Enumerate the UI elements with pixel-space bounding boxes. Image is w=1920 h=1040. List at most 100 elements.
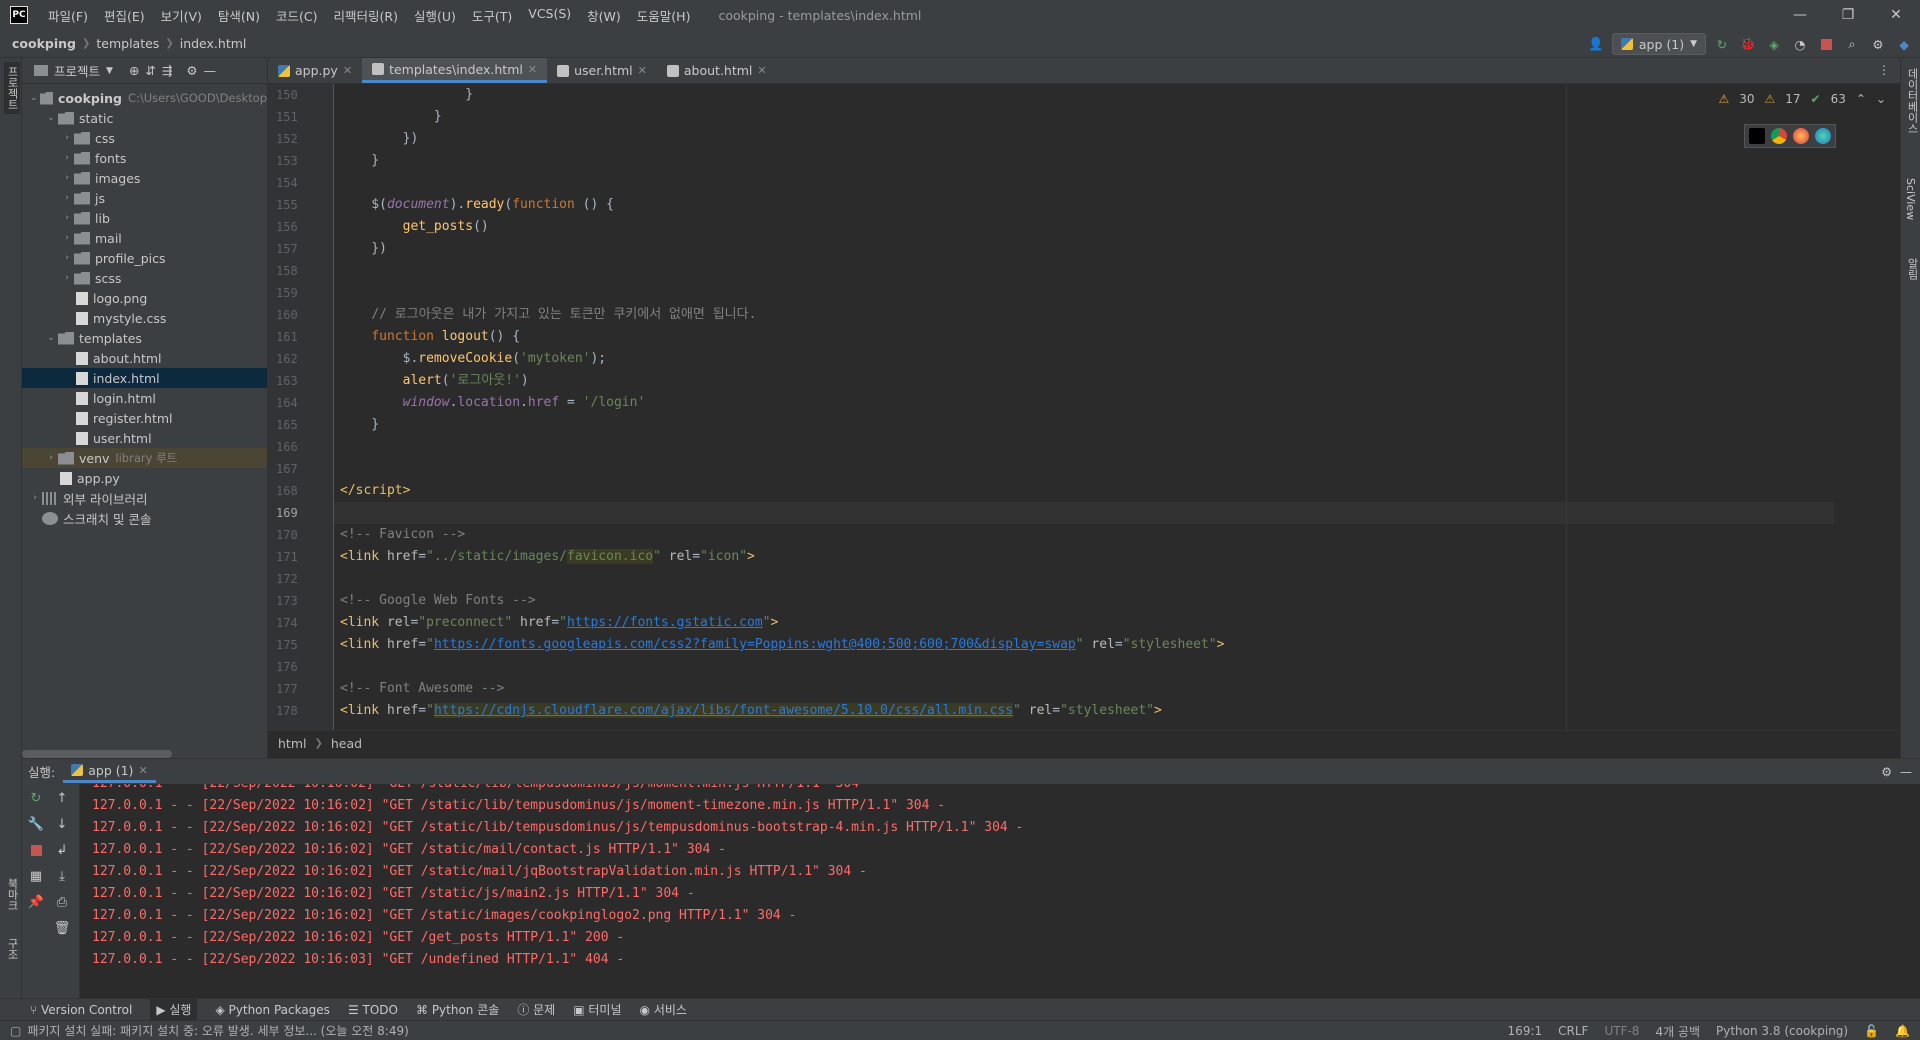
more-icon[interactable]: ⋮ — [1878, 63, 1890, 77]
breadcrumb-head[interactable]: head — [331, 736, 362, 751]
locate-icon[interactable]: ⊕ — [129, 63, 139, 78]
tree-item[interactable]: about.html — [22, 348, 267, 368]
line-number[interactable]: 153 — [268, 150, 333, 172]
tree-item[interactable]: › lib — [22, 208, 267, 228]
inspection-widget[interactable]: ⚠ 30 ⚠ 17 ✔ 63 ⌃ ⌄ — [1718, 92, 1886, 106]
chevron-right-icon[interactable]: › — [60, 273, 74, 283]
line-number[interactable]: 160 — [268, 304, 333, 326]
code-line[interactable] — [334, 656, 1834, 678]
menu-tools[interactable]: 도구(T) — [464, 6, 520, 25]
project-panel-title[interactable]: 프로젝트 — [54, 61, 100, 80]
line-number[interactable]: 155 — [268, 194, 333, 216]
horizontal-scrollbar[interactable] — [22, 750, 172, 758]
line-number[interactable]: 156 — [268, 216, 333, 238]
code-line[interactable]: get_posts() — [334, 216, 1834, 238]
chevron-right-icon[interactable]: › — [60, 253, 74, 263]
collapse-all-icon[interactable]: ⇶ — [162, 63, 172, 78]
code-line[interactable]: <link href="https://cdnjs.cloudflare.com… — [334, 700, 1834, 722]
gear-icon[interactable]: ⚙ — [1881, 765, 1892, 779]
code-line[interactable] — [334, 282, 1834, 304]
gear-icon[interactable]: ⚙ — [1868, 34, 1888, 54]
tree-item[interactable]: user.html — [22, 428, 267, 448]
chevron-down-icon[interactable]: ⌄ — [44, 113, 58, 123]
tree-item[interactable]: › js — [22, 188, 267, 208]
tree-item[interactable]: › venv library 루트 — [22, 448, 267, 468]
code-line[interactable]: function logout() { — [334, 326, 1834, 348]
rerun-icon[interactable]: ↻ — [26, 788, 46, 808]
arrow-down-icon[interactable]: ↓ — [52, 814, 72, 834]
tree-item[interactable]: › fonts — [22, 148, 267, 168]
menu-edit[interactable]: 편집(E) — [96, 6, 153, 25]
stop-icon[interactable] — [26, 840, 46, 860]
code-line[interactable]: // 로그아웃은 내가 가지고 있는 토큰만 쿠키에서 없애면 됩니다. — [334, 304, 1834, 326]
chevron-up-icon[interactable]: ⌃ — [1856, 92, 1866, 106]
tree-item[interactable]: login.html — [22, 388, 267, 408]
minimize-icon[interactable]: — — [1776, 0, 1824, 30]
line-number[interactable]: 166 — [268, 436, 333, 458]
line-number[interactable]: 174 — [268, 612, 333, 634]
run-console[interactable]: 127.0.0.1 - - [22/Sep/2022 10:16:02] "GE… — [80, 784, 1920, 998]
wrench-icon[interactable]: 🔧 — [26, 814, 46, 834]
tab-app-py[interactable]: app.py ✕ — [268, 58, 362, 83]
tool-python-console[interactable]: ⌘ Python 콘솔 — [416, 1001, 499, 1018]
line-number[interactable]: 165 — [268, 414, 333, 436]
line-number[interactable]: 154 — [268, 172, 333, 194]
python-interpreter[interactable]: Python 3.8 (cookping) — [1716, 1024, 1848, 1038]
code-line[interactable] — [334, 568, 1834, 590]
code-line[interactable]: <!-- Favicon --> — [334, 524, 1834, 546]
status-panel-icon[interactable]: ▢ — [10, 1024, 21, 1038]
tree-item[interactable]: 스크래치 및 콘솔 — [22, 508, 267, 528]
tool-window-notifications[interactable]: 알림 — [1904, 258, 1920, 280]
code-line[interactable]: <link href="https://fonts.googleapis.com… — [334, 634, 1834, 656]
tree-item[interactable]: › images — [22, 168, 267, 188]
tree-item[interactable]: ⌄ templates — [22, 328, 267, 348]
line-number[interactable]: 170 — [268, 524, 333, 546]
pin-icon[interactable]: 📌 — [26, 892, 46, 912]
line-number[interactable]: 164 — [268, 392, 333, 414]
scroll-to-end-icon[interactable]: ⤓ — [52, 866, 72, 886]
tab-index-html[interactable]: templates\index.html ✕ — [362, 58, 548, 83]
code-line[interactable] — [334, 458, 1834, 480]
code-line[interactable] — [334, 260, 1834, 282]
layout-icon[interactable]: ▦ — [26, 866, 46, 886]
code-line[interactable]: } — [334, 106, 1834, 128]
firefox-icon[interactable] — [1793, 128, 1809, 144]
code-line[interactable]: <!-- Google Web Fonts --> — [334, 590, 1834, 612]
file-encoding[interactable]: UTF-8 — [1604, 1024, 1639, 1038]
chrome-icon[interactable] — [1771, 128, 1787, 144]
menu-run[interactable]: 실행(U) — [406, 6, 464, 25]
menu-view[interactable]: 보기(V) — [153, 6, 210, 25]
line-number[interactable]: 176 — [268, 656, 333, 678]
code-line[interactable]: } — [334, 84, 1834, 106]
tree-item[interactable]: › profile_pics — [22, 248, 267, 268]
tree-item[interactable]: mystyle.css — [22, 308, 267, 328]
code-line[interactable]: } — [334, 150, 1834, 172]
close-icon[interactable]: ✕ — [343, 64, 352, 77]
line-number[interactable]: 172 — [268, 568, 333, 590]
tree-item[interactable]: ⌄ static — [22, 108, 267, 128]
nav-crumb-file[interactable]: index.html — [180, 36, 247, 51]
menu-navigate[interactable]: 탐색(N) — [210, 6, 268, 25]
caret-position[interactable]: 169:1 — [1508, 1024, 1543, 1038]
chevron-right-icon[interactable]: › — [60, 153, 74, 163]
line-number[interactable]: 159 — [268, 282, 333, 304]
tool-todo[interactable]: ☰ TODO — [348, 1003, 398, 1017]
code-line[interactable]: </script> — [334, 480, 1834, 502]
line-number[interactable]: 157 — [268, 238, 333, 260]
chevron-right-icon[interactable]: › — [44, 453, 58, 463]
tool-window-database[interactable]: 데이터베이스 — [1904, 68, 1920, 134]
status-message[interactable]: 패키지 설치 실패: 패키지 설치 중: 오류 발생. 세부 정보... (오늘… — [27, 1022, 408, 1039]
edge-icon[interactable] — [1815, 128, 1831, 144]
menu-vcs[interactable]: VCS(S) — [520, 6, 579, 25]
close-icon[interactable]: ✕ — [138, 764, 147, 777]
line-number[interactable]: 173 — [268, 590, 333, 612]
restore-icon[interactable]: ❐ — [1824, 0, 1872, 30]
line-number[interactable]: 169 — [268, 502, 333, 524]
chevron-down-icon[interactable]: ⌄ — [28, 93, 40, 103]
notifications-icon[interactable]: 🔔 — [1895, 1024, 1910, 1038]
tool-python-packages[interactable]: ◈ Python Packages — [215, 1003, 329, 1017]
coverage-icon[interactable]: ◈ — [1764, 34, 1784, 54]
line-number[interactable]: 150 — [268, 84, 333, 106]
code-line[interactable]: window.location.href = '/login' — [334, 392, 1834, 414]
close-icon[interactable]: ✕ — [1872, 0, 1920, 30]
